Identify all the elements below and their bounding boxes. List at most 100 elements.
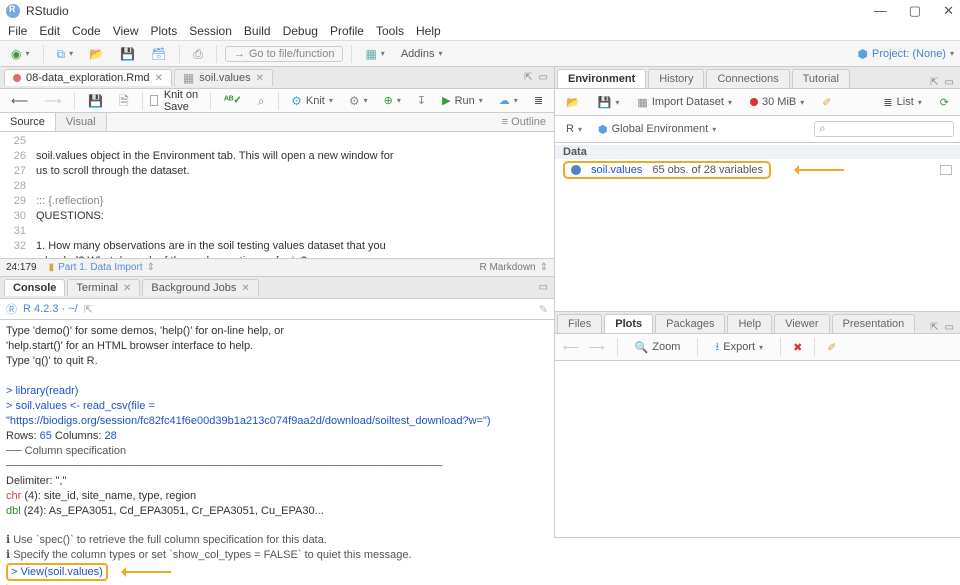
doc-mode[interactable]: R Markdown [479,262,535,273]
save-workspace-button[interactable]: 💾▾ [593,92,625,112]
run-prev-button[interactable]: ↧ [412,91,431,111]
source-editor[interactable]: 2526272829303132 soil.values object in t… [0,132,554,258]
pane-collapse-icon[interactable]: ▭ [539,72,548,83]
env-search-input[interactable] [814,121,954,137]
menu-code[interactable]: Code [72,24,101,38]
show-button[interactable]: 🗎 [114,91,134,111]
close-tab-icon[interactable]: ✕ [155,73,163,84]
project-menu[interactable]: ⬢Project: (None) ▾ [858,48,954,60]
menu-help[interactable]: Help [416,24,441,38]
env-object-row[interactable]: soil.values 65 obs. of 28 variables [555,159,960,181]
section-nav[interactable]: ▮Part 1. Data Import ⇕ [49,262,155,273]
doc-outline-toggle[interactable]: ≣ [529,91,548,111]
spellcheck-button[interactable]: ᴬᴮ✓ [219,91,247,111]
object-expand-icon[interactable] [571,165,581,175]
close-icon[interactable]: ✕ [241,283,249,294]
save-doc-button[interactable]: 💾 [83,91,108,111]
code-text[interactable]: soil.values object in the Environment ta… [32,132,554,258]
annotation-arrow-icon [116,568,171,576]
clear-env-button[interactable]: ✐ [817,92,836,112]
window-minimize-button[interactable]: — [874,3,887,19]
tab-packages[interactable]: Packages [655,314,725,333]
goto-placeholder: Go to file/function [249,48,335,60]
window-close-button[interactable]: ✕ [943,3,954,19]
pane-expand-icon[interactable]: ⇱ [930,322,938,333]
close-tab-icon[interactable]: ✕ [256,73,264,84]
pane-collapse-icon[interactable]: ▭ [945,77,954,88]
tab-plots[interactable]: Plots [604,314,653,333]
window-maximize-button[interactable]: ▢ [909,3,921,19]
addins-button[interactable]: Addins ▾ [396,44,448,64]
new-project-button[interactable]: ⧉▾ [52,44,79,64]
tab-environment[interactable]: Environment [557,69,646,88]
env-scope-button[interactable]: ⬢ Global Environment ▾ [593,119,721,139]
save-all-button[interactable]: 🗃 [146,44,171,64]
find-button[interactable]: ⌕ [253,91,270,111]
close-icon[interactable]: ✕ [123,283,131,294]
knit-on-save-checkbox[interactable] [150,95,158,106]
rmarkdown-file-icon [13,74,21,82]
tab-presentation[interactable]: Presentation [832,314,916,333]
import-dataset-button[interactable]: ▦Import Dataset ▾ [632,92,737,112]
menu-plots[interactable]: Plots [151,24,178,38]
new-file-button[interactable]: ◉▾ [6,44,35,64]
plot-prev-button[interactable]: ⟵ [563,341,579,354]
tab-terminal[interactable]: Terminal ✕ [67,279,140,296]
print-button[interactable]: ⎙ [188,44,208,64]
plot-next-button[interactable]: ⟶ [589,341,605,354]
tab-history[interactable]: History [648,69,704,88]
menu-view[interactable]: View [113,24,139,38]
tab-console[interactable]: Console [4,279,65,296]
pane-collapse-icon[interactable]: ▭ [539,282,548,293]
goto-file-input[interactable]: →Go to file/function [225,46,344,62]
mode-visual[interactable]: Visual [56,113,107,131]
menu-debug[interactable]: Debug [283,24,318,38]
save-button[interactable]: 💾 [115,44,140,64]
load-workspace-button[interactable]: 📂 [561,92,585,112]
forward-button[interactable]: ⟶ [39,91,66,111]
outline-button[interactable]: ≡ Outline [502,116,546,128]
language-scope[interactable]: R ▾ [561,119,587,139]
export-button[interactable]: ⭳Export ▾ [710,337,768,357]
open-file-button[interactable]: 📂 [84,44,109,64]
tab-tutorial[interactable]: Tutorial [792,69,850,88]
tab-connections[interactable]: Connections [706,69,789,88]
console-output[interactable]: Type 'demo()' for some demos, 'help()' f… [0,320,554,585]
remove-plot-button[interactable]: ✖ [793,341,802,354]
view-object-icon[interactable] [940,165,952,175]
clear-plots-button[interactable]: ✐ [827,341,836,354]
memory-usage[interactable]: 30 MiB ▾ [745,92,809,112]
menu-file[interactable]: File [8,24,27,38]
tab-files[interactable]: Files [557,314,602,333]
publish-button[interactable]: ☁▾ [494,91,523,111]
menu-build[interactable]: Build [244,24,271,38]
pane-expand-icon[interactable]: ⇱ [930,77,938,88]
tab-help[interactable]: Help [727,314,772,333]
console-wd[interactable]: R 4.2.3 · ~/ [23,303,78,315]
zoom-button[interactable]: 🔍Zoom [630,337,686,357]
save-icon: 💾 [120,48,135,60]
knit-button[interactable]: ⚙Knit ▾ [286,91,338,111]
pane-collapse-icon[interactable]: ▭ [945,322,954,333]
menu-tools[interactable]: Tools [376,24,404,38]
tab-bgjobs[interactable]: Background Jobs ✕ [142,279,258,296]
tab-soilvalues[interactable]: ▦soil.values✕ [174,69,273,86]
refresh-env-button[interactable]: ⟳ [935,92,954,112]
view-mode-button[interactable]: ≣ List ▾ [878,92,926,112]
rstudio-logo-icon [6,4,20,18]
mode-source[interactable]: Source [0,113,56,131]
pane-expand-icon[interactable]: ⇱ [524,72,532,83]
menu-session[interactable]: Session [189,24,232,38]
settings-button[interactable]: ⚙▾ [344,91,373,111]
clear-console-icon[interactable]: ✎ [539,303,548,316]
wd-popout-icon[interactable]: ⇱ [84,303,93,316]
run-button[interactable]: ▶Run ▾ [437,91,488,111]
tab-rmd-file[interactable]: 08-data_exploration.Rmd✕ [4,69,172,86]
back-button[interactable]: ⟵ [6,91,33,111]
insert-chunk-button[interactable]: ⊕▾ [379,91,406,111]
menu-edit[interactable]: Edit [39,24,60,38]
tab-viewer[interactable]: Viewer [774,314,829,333]
table-icon: ▦ [183,72,194,84]
view-grid-button[interactable]: ▦▾ [360,44,389,64]
menu-profile[interactable]: Profile [330,24,364,38]
